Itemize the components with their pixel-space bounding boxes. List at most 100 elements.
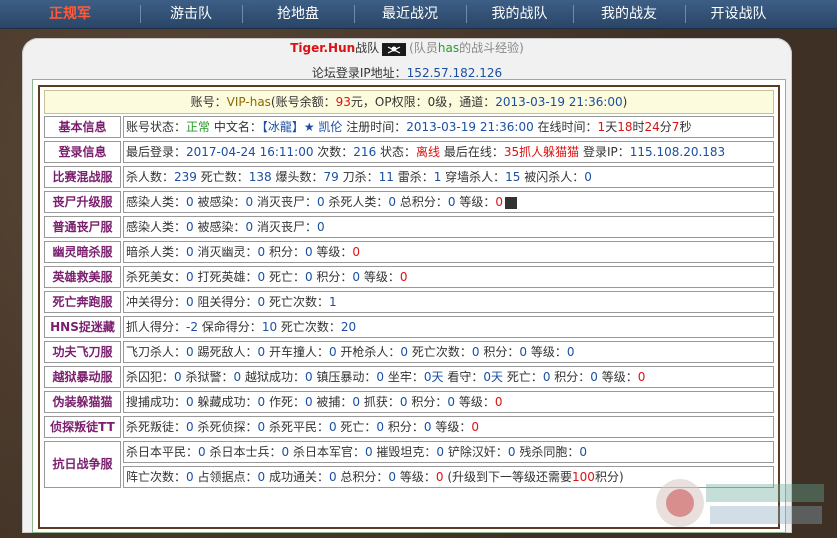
stat-value: 0: [304, 370, 313, 384]
stat-label: 保命得分：: [197, 320, 262, 334]
stat-value: 138: [248, 170, 272, 184]
online-state: 离线: [416, 145, 441, 159]
stat-label: 杀狱警：: [181, 370, 234, 384]
stat-label: 镇压暴动：: [312, 370, 377, 384]
nav-item-my-comrades[interactable]: 我的战友: [574, 0, 684, 28]
stat-label: 被感染：: [193, 195, 246, 209]
server-category: 丧尸升级服: [44, 191, 121, 213]
stat-value: 0: [186, 245, 194, 259]
online-minutes: 24: [644, 120, 660, 134]
stat-label: 死亡次数：: [265, 295, 329, 309]
stat-value: 0: [328, 345, 337, 359]
stat-value: 0: [376, 420, 385, 434]
stat-label: 感染人类：: [126, 220, 187, 234]
stat-label: 消灭丧尸：: [253, 195, 317, 209]
stat-value: 0: [584, 170, 592, 184]
stat-value: 0: [257, 295, 266, 309]
stat-value: 0: [198, 445, 206, 459]
stat-value: 0: [257, 470, 266, 484]
stat-label: 打死英雄：: [193, 270, 258, 284]
stat-label: 等级：: [597, 370, 638, 384]
stat-value: 0: [186, 220, 194, 234]
stat-label: 躲藏成功：: [193, 395, 258, 409]
team-member[interactable]: has: [438, 41, 459, 55]
war-line-1: 杀日本平民：0 杀日本士兵：0 杀日本军官：0 摧毁坦克：0 铲除汉奸：0 残杀…: [123, 441, 774, 463]
team-note-suffix: 的战斗经验): [459, 41, 524, 55]
nav-item-create-team[interactable]: 开设战队: [686, 0, 791, 28]
nav-item-territory[interactable]: 抢地盘: [243, 0, 353, 28]
last-login-label: 最后登录：: [126, 145, 187, 159]
acct-balance-label: (账号余额：: [270, 95, 336, 109]
stat-label: 消灭幽灵：: [193, 245, 258, 259]
stat-label: 暗杀人类：: [126, 245, 187, 259]
stat-label: 摧毁坦克：: [372, 445, 437, 459]
stat-label: 积分): [594, 470, 624, 484]
stat-value: 0: [388, 470, 397, 484]
stat-value: 0: [507, 445, 516, 459]
login-ip-label: 登录IP：: [579, 145, 630, 159]
stat-value: 0: [316, 195, 325, 209]
server-category: 英雄救美服: [44, 266, 121, 288]
stat-value: 0: [186, 195, 194, 209]
stat-value: 0: [257, 420, 266, 434]
server-category: 侦探叛徒TT: [44, 416, 121, 438]
stat-value: 0: [186, 270, 194, 284]
stats-frame: 账号：VIP-has(账号余额：93元，OP权限：0级，通道：2013-03-1…: [32, 79, 786, 533]
stat-value: 0: [471, 345, 480, 359]
stat-value-highlight: 0: [494, 395, 503, 409]
stat-label: 被捕：: [312, 395, 353, 409]
stat-value: 0: [233, 370, 242, 384]
stat-label: 作死：: [265, 395, 305, 409]
stat-value: 239: [174, 170, 197, 184]
stat-value: 79: [323, 170, 339, 184]
team-name[interactable]: Tiger.Hun: [290, 41, 355, 55]
stat-label: 开枪杀人：: [336, 345, 401, 359]
acct-close: ): [622, 95, 628, 109]
stat-label: 等级：: [396, 470, 436, 484]
nav-item-guerrilla[interactable]: 游击队: [141, 0, 241, 28]
team-note-prefix: (队员: [409, 41, 438, 55]
stat-value-highlight: 0: [399, 270, 408, 284]
last-online-server: 35抓人躲猫猫: [503, 145, 580, 159]
server-category: HNS捉迷藏: [44, 316, 121, 338]
stat-value: 20: [340, 320, 357, 334]
stat-value: 0: [257, 395, 266, 409]
stat-value: 0: [257, 270, 266, 284]
content-panel: Tiger.Hun战队 (队员has的战斗经验) 论坛登录IP地址：152.57.…: [22, 38, 792, 533]
stat-value: 0: [519, 345, 527, 359]
server-stat-content: 冲关得分：0 阻关得分：0 死亡次数：1: [123, 291, 774, 313]
stat-label: (升级到下一等级还需要: [443, 470, 573, 484]
stat-label: 杀死美女：: [126, 270, 187, 284]
nav-item-recent-battles[interactable]: 最近战况: [355, 0, 465, 28]
acct-id: VIP-has: [226, 95, 271, 109]
stat-value-highlight: 0: [471, 420, 479, 434]
last-login: 2017-04-24 16:11:00: [186, 145, 314, 159]
stat-value: 0: [245, 220, 254, 234]
stat-label: 等级：: [455, 195, 496, 209]
stat-value: 11: [378, 170, 394, 184]
stat-label: 积分：: [384, 420, 424, 434]
stat-value: 0: [388, 195, 397, 209]
stat-label: 死亡次数：: [277, 320, 341, 334]
cn-name-label: 中文名：: [210, 120, 262, 134]
server-category: 伪装躲猫猫: [44, 391, 121, 413]
stat-value: -2: [186, 320, 198, 334]
stat-label: 坐牢：: [384, 370, 424, 384]
nav-item-regular-army[interactable]: 正规军: [0, 0, 140, 28]
stat-label: 杀死人类：: [324, 195, 389, 209]
stat-value: 0: [186, 345, 194, 359]
nav-item-my-team[interactable]: 我的战队: [467, 0, 572, 28]
stat-label: 踢死敌人：: [193, 345, 258, 359]
online-hours: 18: [617, 120, 633, 134]
stat-label: 飞刀杀人：: [126, 345, 187, 359]
stat-label: 消灭丧尸：: [253, 220, 317, 234]
rank-avatar-icon: [505, 196, 517, 209]
stat-value: 0: [186, 420, 194, 434]
stat-label: 总积分：: [336, 470, 389, 484]
forum-ip-label: 论坛登录IP地址：: [311, 66, 407, 80]
account-summary: 账号：VIP-has(账号余额：93元，OP权限：0级，通道：2013-03-1…: [44, 90, 774, 114]
stat-label: 积分：: [479, 345, 520, 359]
stat-value: 0: [281, 445, 290, 459]
login-info-content: 最后登录：2017-04-24 16:11:00 次数：216 状态：离线 最后…: [123, 141, 774, 163]
stat-value-highlight: 0: [637, 370, 646, 384]
